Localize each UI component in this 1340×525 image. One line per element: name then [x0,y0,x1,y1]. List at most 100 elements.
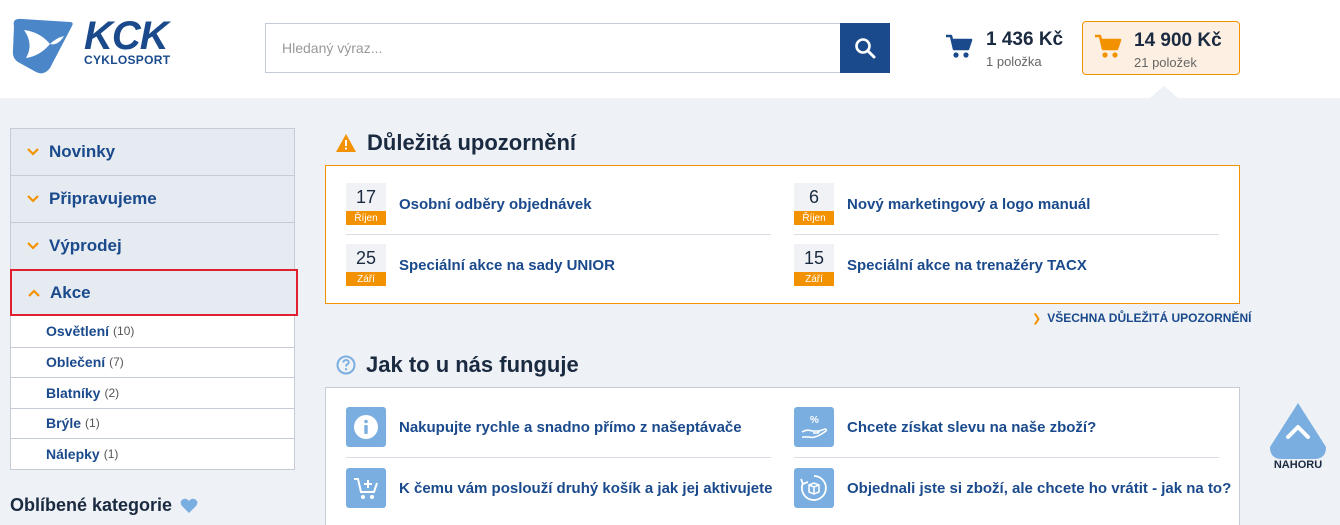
submenu-item[interactable]: Osvětlení (10) [11,316,294,347]
sidebar-submenu: Osvětlení (10) Oblečení (7) Blatníky (2)… [10,316,295,470]
chevron-up-icon [28,288,48,297]
date-day: 15 [794,244,834,272]
sidebar-item-label: Výprodej [49,236,122,255]
search-icon [855,38,876,59]
submenu-label: Brýle [46,415,82,432]
notice-link: Speciální akce na sady UNIOR [399,256,615,274]
cart-price: 1 436 Kč [986,29,1064,50]
howto-item[interactable]: Nakupujte rychle a snadno přímo z našept… [346,407,742,447]
howto-heading: Jak to u nás funguje [336,352,579,378]
date-month: Září [346,272,386,286]
date-day: 17 [346,183,386,211]
cart-plus-icon [346,468,386,508]
cart-price: 14 900 Kč [1134,30,1222,51]
cart-count: 21 položek [1134,55,1197,70]
header: KCK CYKLOSPORT 1 436 Kč 1 položka [0,0,1340,98]
sidebar-item-vyprodej[interactable]: Výprodej [10,222,295,269]
divider [794,234,1219,235]
cart-icon [1095,34,1122,58]
howto-item[interactable]: K čemu vám poslouží druhý košík a jak je… [346,468,772,508]
heart-icon[interactable] [180,498,198,514]
section-title: Důležitá upozornění [367,130,576,155]
divider [346,234,771,235]
submenu-count: (7) [109,355,124,370]
notices-heading: Důležitá upozornění [335,130,576,156]
date-day: 25 [346,244,386,272]
sidebar-item-label: Novinky [49,142,116,161]
divider [794,457,1219,458]
submenu-label: Blatníky [46,384,101,401]
sidebar-item-label: Akce [50,282,91,302]
notice-link: Speciální akce na trenažéry TACX [847,256,1087,274]
submenu-item[interactable]: Brýle (1) [11,407,294,439]
submenu-item[interactable]: Nálepky (1) [11,438,294,469]
notice-item[interactable]: 25 Září Speciální akce na sady UNIOR [346,244,615,286]
svg-text:%: % [810,415,819,426]
all-notices-label: VŠECHNA DŮLEŽITÁ UPOZORNĚNÍ [1047,311,1252,325]
howto-link: Nakupujte rychle a snadno přímo z našept… [399,418,742,436]
search-bar [265,23,890,73]
info-icon [346,407,386,447]
logo-subtitle: CYKLOSPORT [84,53,171,67]
submenu-item[interactable]: Blatníky (2) [11,377,294,408]
logo-mark-icon [12,18,73,74]
submenu-item[interactable]: Oblečení (7) [11,346,294,378]
chevron-down-icon [27,195,47,203]
submenu-count: (10) [113,324,135,339]
notice-item[interactable]: 6 Říjen Nový marketingový a logo manuál [794,183,1090,225]
sidebar-item-pripravujeme[interactable]: Připravujeme [10,175,295,222]
logo-title: KCK [84,14,169,58]
date-day: 6 [794,183,834,211]
howto-link: Chcete získat slevu na naše zboží? [847,418,1097,436]
date-badge: 15 Září [794,244,834,286]
logo[interactable]: KCK CYKLOSPORT [10,16,195,76]
section-title: Jak to u nás funguje [366,352,579,377]
notices-box: 17 Říjen Osobní odběry objednávek 6 Říje… [325,165,1240,304]
search-input[interactable] [265,23,840,73]
date-month: Říjen [794,211,834,225]
submenu-label: Osvětlení [46,323,110,340]
submenu-label: Oblečení [46,354,106,371]
cart-icon [946,34,973,58]
favorites-title: Oblíbené kategorie [10,495,173,515]
howto-item[interactable]: Objednali jste si zboží, ale chcete ho v… [794,468,1231,508]
notice-link: Osobní odběry objednávek [399,195,592,213]
back-to-top-label: NAHORU [1273,459,1323,471]
submenu-label: Nálepky [46,445,100,462]
search-button[interactable] [840,23,890,73]
date-badge: 25 Září [346,244,386,286]
divider [346,457,771,458]
favorites-heading: Oblíbené kategorie [10,495,198,516]
date-month: Říjen [346,211,386,225]
chevron-down-icon [27,148,47,156]
howto-link: Objednali jste si zboží, ale chcete ho v… [847,479,1232,497]
discount-hand-icon: % [794,407,834,447]
date-badge: 6 Říjen [794,183,834,225]
howto-item[interactable]: % Chcete získat slevu na naše zboží? [794,407,1096,447]
sidebar-item-akce[interactable]: Akce [10,269,298,316]
notice-item[interactable]: 17 Říjen Osobní odběry objednávek [346,183,592,225]
all-notices-link[interactable]: ❯ VŠECHNA DŮLEŽITÁ UPOZORNĚNÍ [1032,311,1251,325]
chevron-down-icon [27,242,47,250]
howto-link: K čemu vám poslouží druhý košík a jak je… [399,479,773,497]
howto-box: Nakupujte rychle a snadno přímo z našept… [325,387,1240,525]
warning-icon [335,133,357,153]
date-badge: 17 Říjen [346,183,386,225]
chevron-up-icon [1270,403,1326,459]
submenu-count: (1) [85,416,100,431]
help-circle-icon [336,355,356,375]
return-box-icon [794,468,834,508]
notice-item[interactable]: 15 Září Speciální akce na trenažéry TACX [794,244,1087,286]
cart-secondary[interactable]: 14 900 Kč 21 položek [1082,21,1240,75]
sidebar-item-novinky[interactable]: Novinky [10,128,295,175]
sidebar: Novinky Připravujeme Výprodej Akce Osvět… [10,128,298,470]
sidebar-item-label: Připravujeme [49,189,157,208]
date-month: Září [794,272,834,286]
cart-count: 1 položka [986,54,1042,69]
notice-link: Nový marketingový a logo manuál [847,195,1091,213]
cart-primary[interactable]: 1 436 Kč 1 položka [940,24,1075,74]
chevron-right-icon: ❯ [1032,312,1042,325]
submenu-count: (1) [103,446,119,461]
cart-pointer [1150,86,1178,98]
submenu-count: (2) [104,385,120,400]
